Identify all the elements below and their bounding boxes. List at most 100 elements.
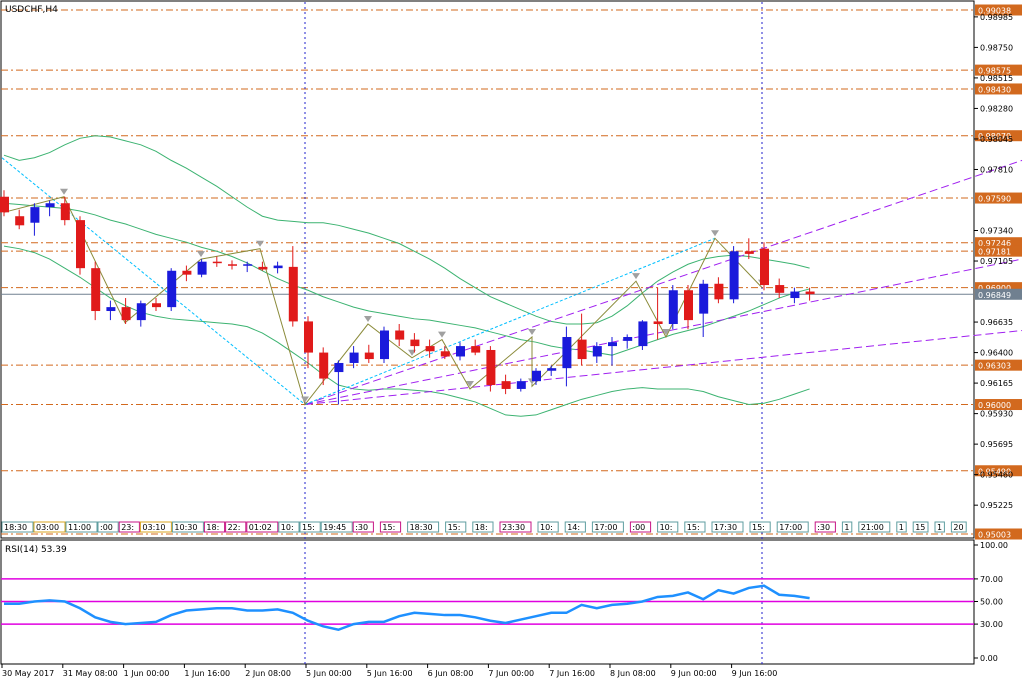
session-tag-label: 22: — [228, 523, 241, 532]
candle-body-down — [212, 261, 222, 264]
price-axis-label: 0.98515 — [980, 74, 1013, 83]
price-axis-label: 0.95460 — [980, 471, 1013, 480]
session-tag-label: 10: — [540, 523, 553, 532]
candle-body-up — [243, 264, 253, 266]
candle-body-down — [501, 381, 511, 389]
candle-body-up — [623, 336, 633, 341]
session-tag-label: 10:30 — [174, 523, 197, 532]
session-tag-label: 15 — [915, 523, 925, 532]
time-axis-label: 7 Jun 00:00 — [488, 669, 534, 678]
price-axis-label: 0.97810 — [980, 165, 1013, 174]
price-tag-label: 0.98430 — [978, 85, 1011, 94]
candle-body-up — [638, 321, 648, 347]
rsi-axis-label: 100.00 — [980, 541, 1008, 550]
price-axis-label: 0.95225 — [980, 501, 1013, 510]
candle-body-up — [197, 261, 207, 275]
candle-body-down — [121, 307, 131, 321]
candle-body-up — [30, 207, 40, 223]
session-tag-label: 10: — [660, 523, 673, 532]
session-tag-label: 15: — [752, 523, 765, 532]
session-tag-label: 17:00 — [779, 523, 802, 532]
candle-body-up — [668, 290, 678, 325]
candle-body-down — [60, 203, 70, 221]
price-axis-label: 0.97105 — [980, 257, 1013, 266]
session-tag-label: 1 — [899, 523, 904, 532]
candle-body-down — [288, 266, 298, 322]
candle-body-up — [547, 368, 557, 371]
rsi-axis-label: 30.00 — [980, 620, 1003, 629]
time-axis-label: 1 Jun 16:00 — [184, 669, 230, 678]
candle-body-down — [182, 270, 192, 275]
candle-body-down — [410, 339, 420, 347]
time-axis-label: 5 Jun 16:00 — [367, 669, 413, 678]
price-tag-label: 0.96303 — [978, 362, 1011, 371]
candle-body-up — [456, 346, 465, 357]
session-tag-label: 14: — [567, 523, 580, 532]
time-axis-label: 9 Jun 16:00 — [732, 669, 778, 678]
candle-body-down — [15, 216, 25, 226]
candle-body-up — [790, 291, 800, 299]
price-tag-label: 0.97590 — [978, 195, 1011, 204]
price-tag-label: 0.97181 — [978, 248, 1011, 257]
session-tag-label: 1 — [844, 523, 849, 532]
chart-canvas[interactable]: 0.990380.989850.987500.985750.985150.984… — [0, 0, 1024, 683]
time-axis-label: 2 Jun 08:00 — [245, 669, 291, 678]
candle-body-up — [167, 270, 177, 308]
price-axis-label: 0.98280 — [980, 104, 1013, 113]
candle-body-up — [516, 381, 526, 389]
session-tag-label: 20 — [953, 523, 963, 532]
time-axis-label: 31 May 08:00 — [63, 669, 118, 678]
candle-body-down — [653, 321, 663, 325]
session-tag-label: 19:45 — [323, 523, 346, 532]
session-tag-label: 18: — [475, 523, 488, 532]
time-axis-label: 5 Jun 00:00 — [306, 669, 352, 678]
time-axis-label: 7 Jun 16:00 — [549, 669, 595, 678]
candle-body-down — [91, 268, 101, 312]
session-tag-label: :30 — [355, 523, 368, 532]
candle-body-down — [395, 330, 405, 340]
candle-body-down — [471, 346, 481, 353]
session-tag-label: 18:30 — [4, 523, 27, 532]
session-tag-label: 01:02 — [249, 523, 272, 532]
candle-body-down — [425, 346, 435, 352]
session-tag-label: 15: — [448, 523, 461, 532]
price-axis-label: 0.97340 — [980, 227, 1013, 236]
rsi-axis-label: 70.00 — [980, 575, 1003, 584]
candle-body-down — [440, 351, 450, 357]
price-axis-label: 0.98985 — [980, 13, 1013, 22]
candle-body-down — [319, 352, 329, 379]
candle-body-down — [76, 220, 85, 269]
time-axis-label: 6 Jun 08:00 — [428, 669, 474, 678]
session-tag-label: 1 — [937, 523, 942, 532]
price-axis-label: 0.96635 — [980, 318, 1013, 327]
candle-body-up — [608, 342, 617, 347]
session-tag-label: 03:00 — [36, 523, 59, 532]
candle-body-down — [760, 248, 769, 286]
price-axis-label: 0.95930 — [980, 410, 1013, 419]
session-tag-label: 23: — [121, 523, 134, 532]
candle-body-up — [349, 352, 359, 363]
session-tag-label: 21:00 — [861, 523, 884, 532]
time-axis-label: 30 May 2017 — [2, 669, 54, 678]
rsi-axis-label: 0.00 — [980, 654, 998, 663]
candle-body-up — [592, 346, 602, 357]
candle-body-down — [577, 339, 587, 360]
candle-body-down — [805, 291, 815, 295]
rsi-axis-label: 50.00 — [980, 598, 1003, 607]
current-price-label: 0.96849 — [978, 291, 1011, 300]
session-tag-label: 17:00 — [594, 523, 617, 532]
time-axis-label: 1 Jun 00:00 — [124, 669, 170, 678]
candle-body-up — [699, 283, 709, 314]
price-axis-label: 0.96165 — [980, 379, 1013, 388]
session-tag-label: 18:30 — [410, 523, 433, 532]
candle-body-down — [775, 285, 785, 293]
candle-body-up — [106, 307, 116, 312]
price-axis-label: 0.98045 — [980, 135, 1013, 144]
candle-body-down — [0, 196, 9, 213]
session-tag-label: 10: — [281, 523, 294, 532]
session-tag-label: :00 — [632, 523, 645, 532]
chart-window: 0.99038 0.98985 0.98750 0.98575 0.98515 0.984… — [0, 0, 1024, 683]
session-tag-label: 15: — [302, 523, 315, 532]
candle-body-up — [532, 370, 541, 382]
symbol-title: USDCHF,H4 — [5, 5, 58, 15]
